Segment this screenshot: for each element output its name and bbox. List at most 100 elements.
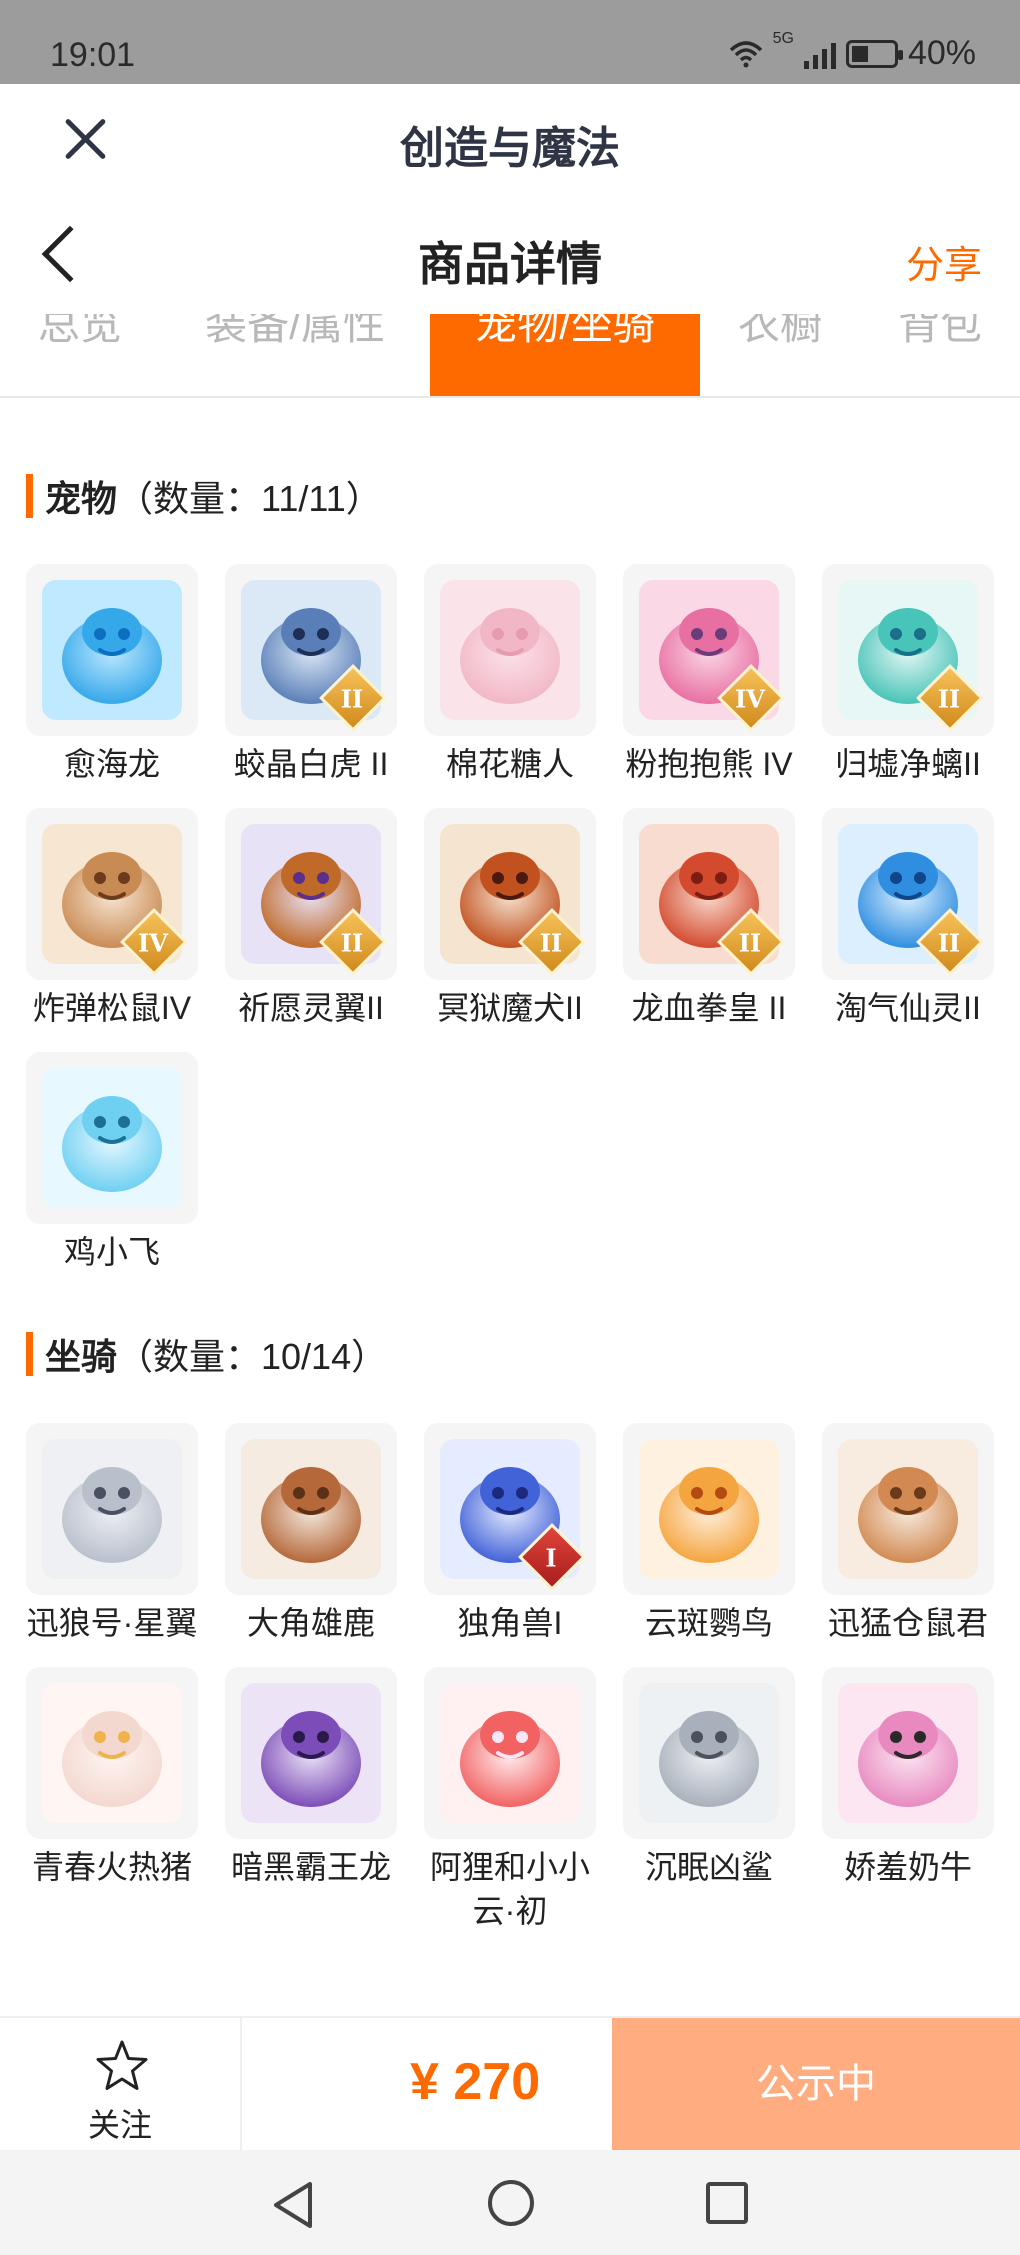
rank-badge-label: II: [738, 928, 762, 958]
mount-item[interactable]: 暗黑霸王龙: [225, 1667, 397, 1933]
mounts-grid: 迅狼号·星翼 大角雄鹿 I 独角兽I 云斑鹦鸟 迅猛仓鼠君 青春火热猪 暗黑霸王…: [26, 1423, 996, 1933]
star-icon: [96, 2040, 148, 2090]
rank-badge-label: I: [545, 1543, 557, 1573]
system-nav-bar: [0, 2150, 1020, 2255]
price: ¥ 270: [410, 2053, 541, 2111]
rank-badge-label: II: [340, 928, 364, 958]
mount-item[interactable]: 云斑鹦鸟: [623, 1423, 795, 1645]
mount-item[interactable]: 大角雄鹿: [225, 1423, 397, 1645]
tab-overview[interactable]: 总览: [20, 314, 140, 396]
tab-pets-mounts[interactable]: 宠物/坐骑: [430, 314, 700, 396]
purple-t-rex-icon: [241, 1683, 381, 1823]
rank-badge-label: II: [937, 684, 961, 714]
network-type: 5G: [772, 30, 794, 47]
status-bar: 19:01 5G 40%: [0, 0, 1020, 84]
share-button[interactable]: 分享: [906, 234, 982, 289]
tab-backpack[interactable]: 背包: [880, 314, 1000, 396]
item-thumbnail: [623, 1667, 795, 1839]
item-name: 迅猛仓鼠君: [827, 1605, 988, 1641]
pink-cow-icon: [838, 1683, 978, 1823]
app-header: 创造与魔法: [0, 84, 1020, 194]
item-name: 迅狼号·星翼: [26, 1605, 198, 1641]
mount-item[interactable]: 沉眠凶鲨: [623, 1667, 795, 1933]
item-name: 蛟晶白虎 II: [233, 746, 389, 782]
item-thumbnail: [225, 1667, 397, 1839]
item-thumbnail: II: [623, 808, 795, 980]
pig-icon: [42, 1683, 182, 1823]
item-name: 冥狱魔犬II: [437, 990, 583, 1026]
pets-grid: 愈海龙 II 蛟晶白虎 II 棉花糖人 IV 粉抱抱熊 IV II 归墟净螭II…: [26, 564, 996, 1274]
item-thumbnail: II: [225, 808, 397, 980]
item-name: 淘气仙灵II: [835, 990, 981, 1026]
pet-item[interactable]: II 冥狱魔犬II: [424, 808, 596, 1030]
tab-bar: 总览 装备/属性 宠物/坐骑 衣橱 背包: [0, 314, 1020, 398]
item-thumbnail: II: [822, 808, 994, 980]
item-thumbnail: IV: [623, 564, 795, 736]
mount-item[interactable]: I 独角兽I: [424, 1423, 596, 1645]
hamster-icon: [838, 1439, 978, 1579]
stag-icon: [241, 1439, 381, 1579]
item-thumbnail: [26, 1423, 198, 1595]
blue-sea-dragon-icon: [42, 580, 182, 720]
item-thumbnail: II: [424, 808, 596, 980]
pet-item[interactable]: II 龙血拳皇 II: [623, 808, 795, 1030]
tab-equipment[interactable]: 装备/属性: [185, 314, 405, 396]
pet-item[interactable]: 愈海龙: [26, 564, 198, 786]
pet-item[interactable]: IV 粉抱抱熊 IV: [623, 564, 795, 786]
status-indicators: 5G 40%: [729, 30, 976, 73]
item-name: 粉抱抱熊 IV: [625, 746, 793, 782]
nav-back-icon[interactable]: [270, 2180, 316, 2230]
item-name: 祈愿灵翼II: [238, 990, 384, 1026]
item-name: 娇羞奶牛: [843, 1849, 972, 1885]
mount-item[interactable]: 青春火热猪: [26, 1667, 198, 1933]
pink-cotton-candy-creature-icon: [440, 580, 580, 720]
pets-title: 宠物: [45, 478, 118, 519]
nav-home-icon[interactable]: [488, 2180, 534, 2226]
item-name: 大角雄鹿: [246, 1605, 375, 1641]
item-thumbnail: [822, 1667, 994, 1839]
rank-badge-label: IV: [138, 928, 168, 958]
item-name: 归墟净螭II: [835, 746, 981, 782]
mount-item[interactable]: 阿狸和小小云·初: [424, 1667, 596, 1933]
pet-item[interactable]: II 归墟净螭II: [822, 564, 994, 786]
item-name: 暗黑霸王龙: [230, 1849, 391, 1885]
item-thumbnail: [424, 1667, 596, 1839]
item-name: 独角兽I: [457, 1605, 563, 1641]
item-thumbnail: [225, 1423, 397, 1595]
rank-badge-label: IV: [735, 684, 765, 714]
item-thumbnail: [26, 1667, 198, 1839]
status-time: 19:01: [50, 36, 136, 74]
item-thumbnail: II: [225, 564, 397, 736]
battery-level: 40%: [907, 34, 976, 72]
mount-item[interactable]: 娇羞奶牛: [822, 1667, 994, 1933]
pet-item[interactable]: II 蛟晶白虎 II: [225, 564, 397, 786]
pet-item[interactable]: 鸡小飞: [26, 1052, 198, 1274]
section-accent-bar: [26, 474, 33, 518]
tab-wardrobe[interactable]: 衣橱: [720, 314, 840, 396]
item-thumbnail: I: [424, 1423, 596, 1595]
item-thumbnail: [424, 564, 596, 736]
mounts-section-title: 坐骑 （数量：10/14）: [26, 1330, 387, 1378]
mount-item[interactable]: 迅猛仓鼠君: [822, 1423, 994, 1645]
pets-section-title: 宠物 （数量：11/11）: [26, 472, 382, 520]
publicity-status-button[interactable]: 公示中: [612, 2018, 1020, 2150]
pet-item[interactable]: II 淘气仙灵II: [822, 808, 994, 1030]
item-thumbnail: [26, 564, 198, 736]
shark-icon: [639, 1683, 779, 1823]
rank-badge-label: II: [539, 928, 563, 958]
nav-recents-icon[interactable]: [706, 2182, 748, 2224]
mount-item[interactable]: 迅狼号·星翼: [26, 1423, 198, 1645]
blue-chick-icon: [42, 1068, 182, 1208]
follow-button[interactable]: 关注: [0, 2018, 242, 2152]
item-thumbnail: IV: [26, 808, 198, 980]
pet-item[interactable]: IV 炸弹松鼠IV: [26, 808, 198, 1030]
pet-item[interactable]: II 祈愿灵翼II: [225, 808, 397, 1030]
pets-count: （数量：11/11）: [117, 478, 382, 519]
page-title: 商品详情: [418, 238, 602, 290]
pet-item[interactable]: 棉花糖人: [424, 564, 596, 786]
signal-icon: [803, 39, 836, 69]
rank-badge-label: II: [937, 928, 961, 958]
item-name: 棉花糖人: [445, 746, 574, 782]
mecha-wolf-icon: [42, 1439, 182, 1579]
item-name: 愈海龙: [63, 746, 160, 782]
